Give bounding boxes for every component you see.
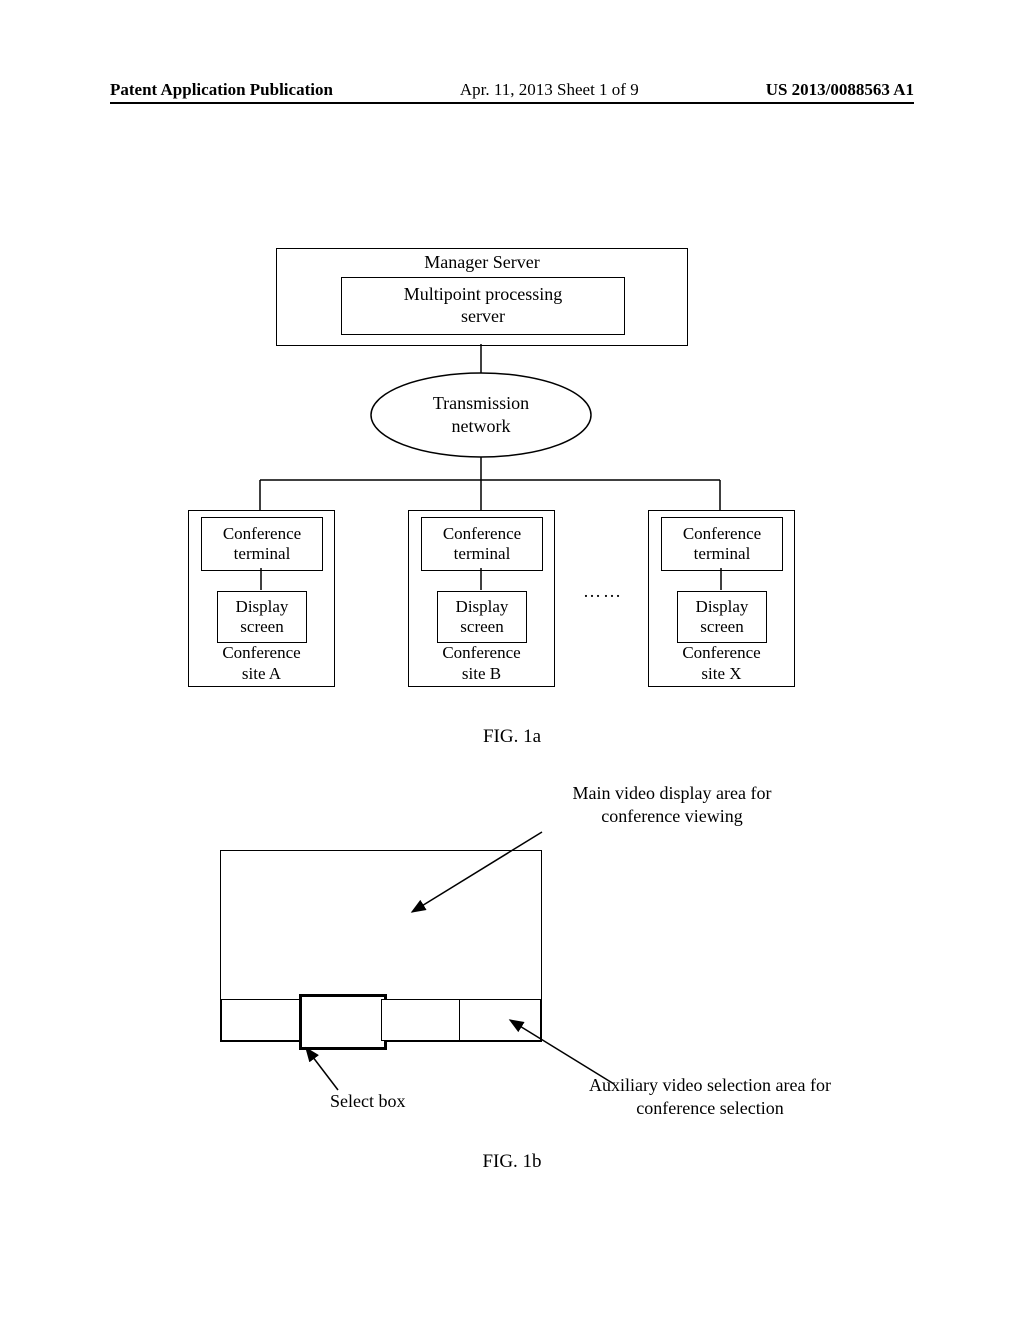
fig-1b-caption: FIG. 1b: [0, 1150, 1024, 1174]
auxiliary-video-label: Auxiliary video selection area for confe…: [520, 1074, 900, 1119]
select-box-label: Select box: [330, 1090, 450, 1113]
